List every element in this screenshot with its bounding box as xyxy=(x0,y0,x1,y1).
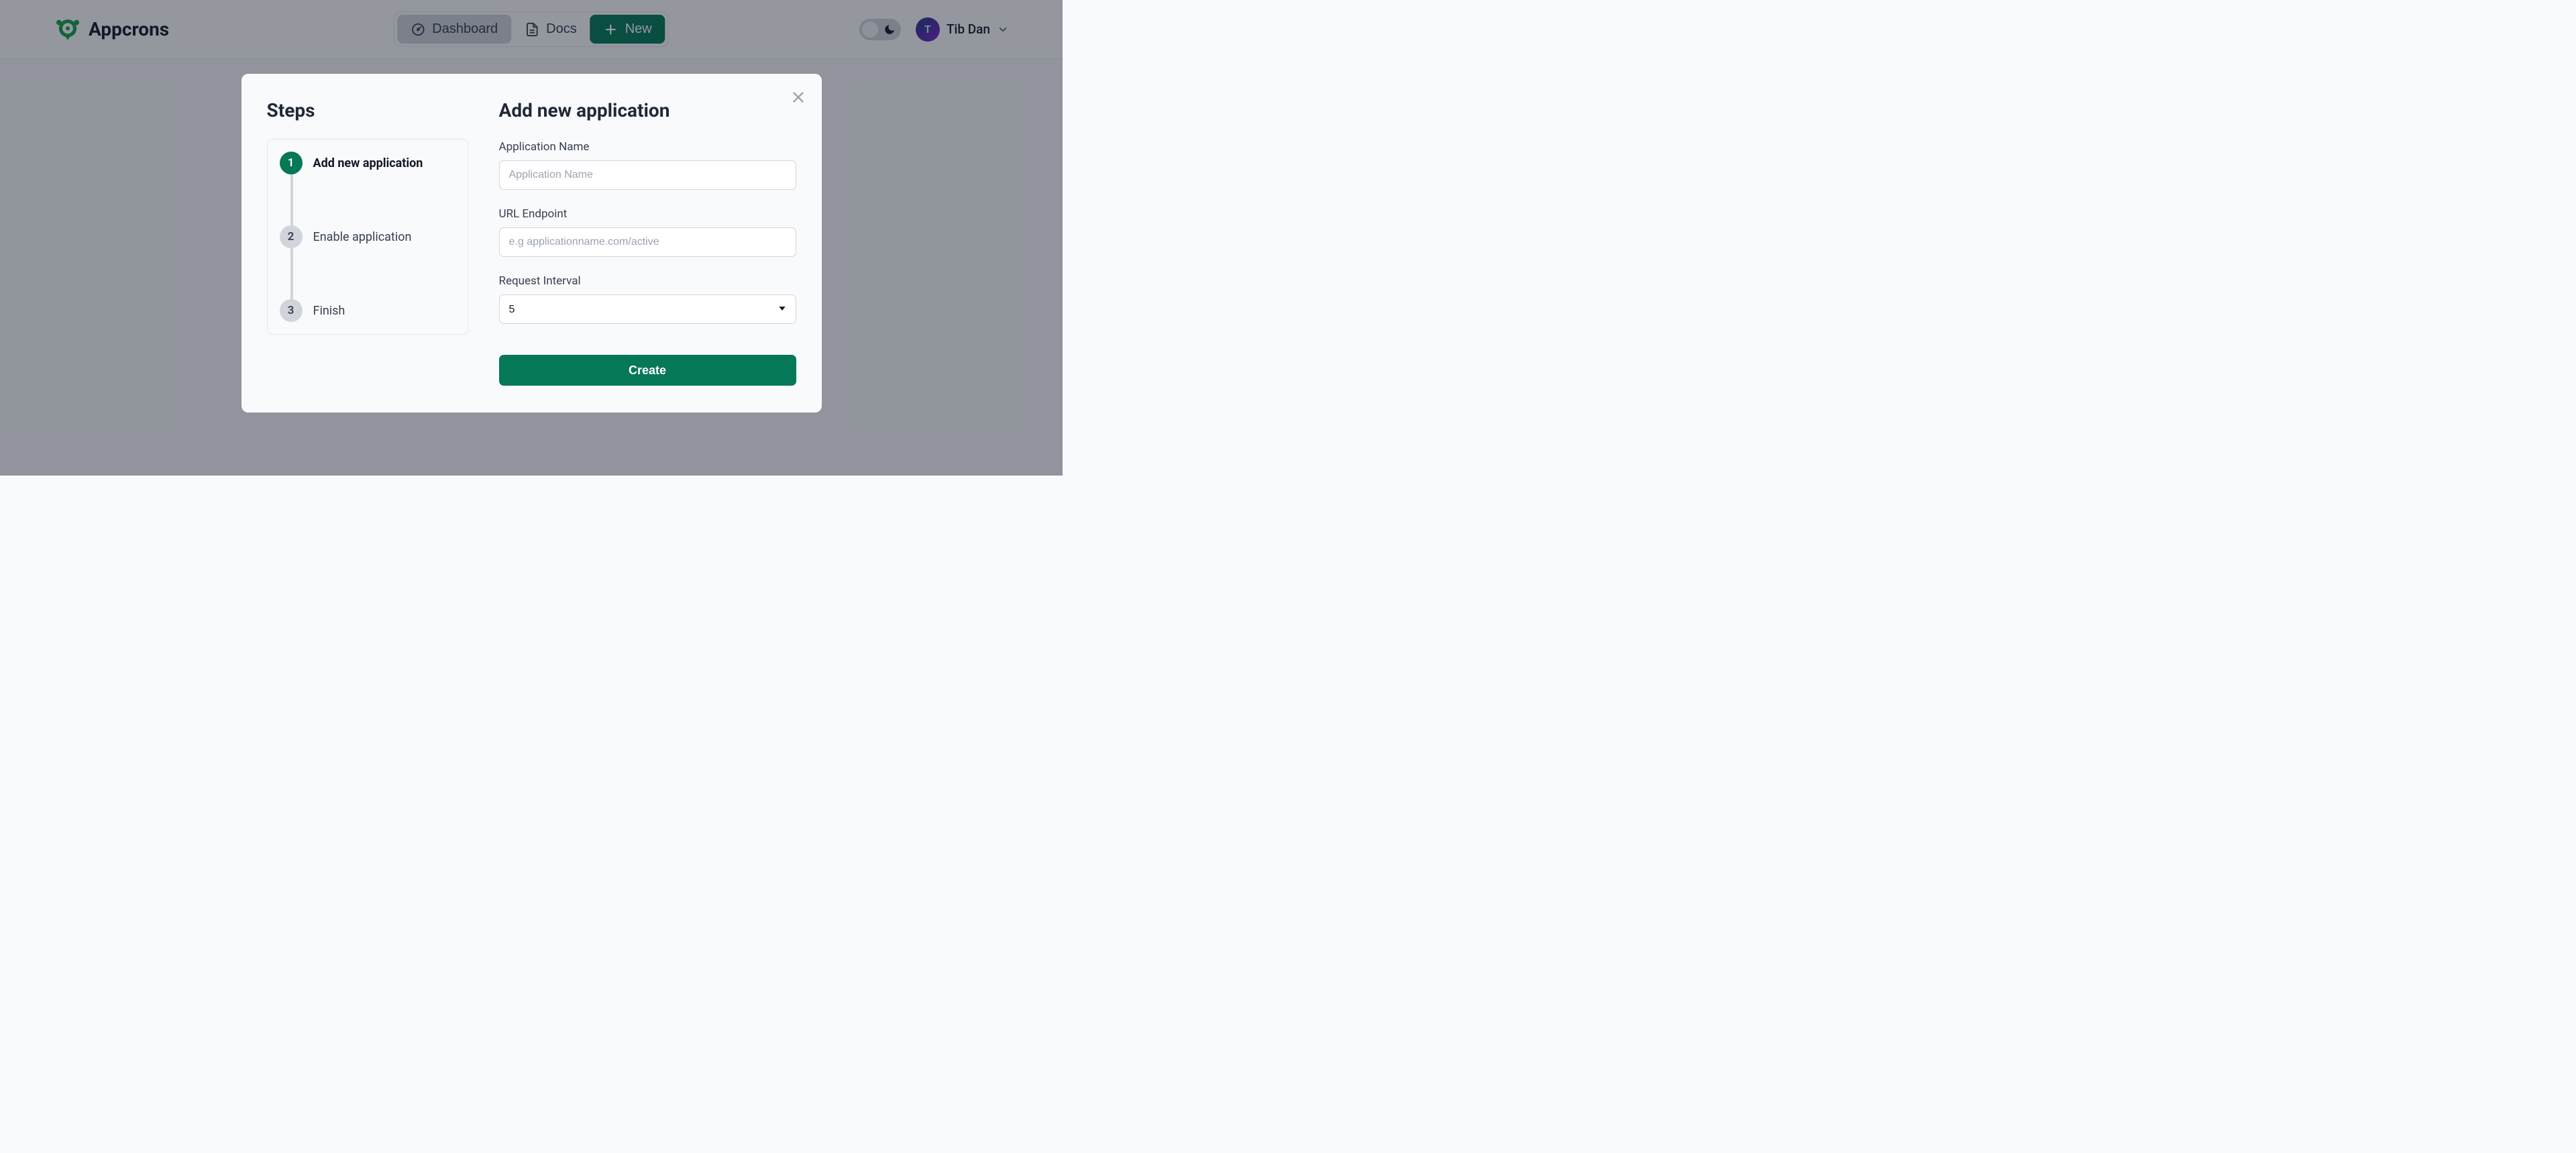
modal-backdrop[interactable]: Steps 1 Add new application 2 Enable app… xyxy=(0,0,1063,476)
application-name-input[interactable] xyxy=(499,160,796,190)
step-1-label: Add new application xyxy=(313,156,423,170)
application-name-label: Application Name xyxy=(499,140,796,154)
step-1: 1 Add new application xyxy=(280,152,455,174)
steps-heading: Steps xyxy=(267,99,468,121)
step-connector xyxy=(290,248,293,300)
close-icon[interactable] xyxy=(790,89,807,106)
modal-title: Add new application xyxy=(499,99,796,121)
step-3: 3 Finish xyxy=(280,299,455,322)
create-button-label: Create xyxy=(629,364,666,377)
url-endpoint-label: URL Endpoint xyxy=(499,207,796,221)
step-2-label: Enable application xyxy=(313,230,412,244)
field-url-endpoint: URL Endpoint xyxy=(499,207,796,257)
create-button[interactable]: Create xyxy=(499,355,796,386)
step-connector xyxy=(290,174,293,227)
field-application-name: Application Name xyxy=(499,140,796,190)
step-2-number: 2 xyxy=(280,225,303,248)
step-2: 2 Enable application xyxy=(280,225,455,248)
step-3-number: 3 xyxy=(280,299,303,322)
step-3-label: Finish xyxy=(313,304,345,318)
steps-column: Steps 1 Add new application 2 Enable app… xyxy=(267,99,468,386)
field-request-interval: Request Interval 5 xyxy=(499,274,796,324)
request-interval-label: Request Interval xyxy=(499,274,796,288)
steps-box: 1 Add new application 2 Enable applicati… xyxy=(267,139,468,335)
add-application-modal: Steps 1 Add new application 2 Enable app… xyxy=(241,74,822,413)
request-interval-select[interactable]: 5 xyxy=(499,294,796,324)
form-column: Add new application Application Name URL… xyxy=(499,99,796,386)
url-endpoint-input[interactable] xyxy=(499,227,796,257)
step-1-number: 1 xyxy=(280,152,303,174)
